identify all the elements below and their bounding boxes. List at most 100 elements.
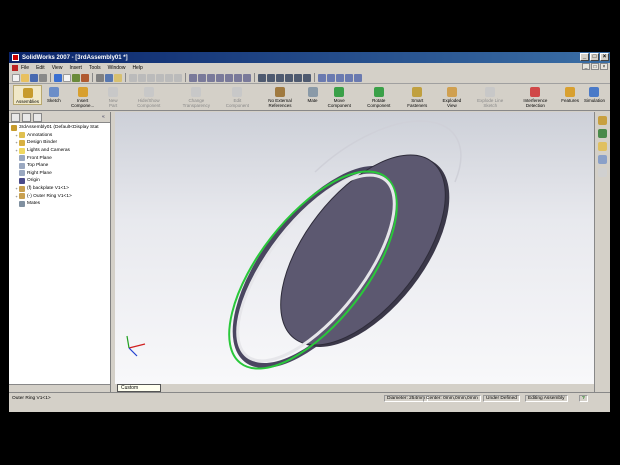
tree-item-front-plane[interactable]: Front Plane [11, 154, 110, 162]
section-view-icon[interactable] [294, 73, 302, 82]
new-part-button[interactable]: New Part [104, 85, 121, 108]
open-icon[interactable] [21, 73, 29, 82]
select-icon[interactable] [63, 73, 71, 82]
top-view-icon[interactable] [327, 73, 335, 82]
save-icon[interactable] [30, 73, 38, 82]
menu-view[interactable]: View [52, 65, 63, 71]
spline-icon[interactable] [156, 73, 164, 82]
shaded-edges-icon[interactable] [285, 73, 293, 82]
assemblies-tab[interactable]: Assemblies [13, 85, 43, 105]
design-library-icon[interactable] [598, 129, 607, 138]
tree-item-annotations[interactable]: + Annotations [11, 132, 110, 140]
simulation-tab[interactable]: Simulation [584, 85, 605, 103]
document-icon[interactable] [12, 64, 18, 71]
assembly-icon [22, 88, 33, 98]
feature-tree: 3rdAssembly01 (Default<Display Stat + An… [9, 123, 110, 208]
iso-view-icon[interactable] [345, 73, 353, 82]
menu-window[interactable]: Window [108, 65, 126, 71]
roll-view-icon[interactable] [243, 73, 251, 82]
rectangle-icon[interactable] [165, 73, 173, 82]
close-button[interactable]: × [600, 53, 609, 61]
configuration-manager-tab-icon[interactable] [33, 112, 42, 122]
insert-component-button[interactable]: Insert Compone... [66, 85, 100, 108]
file-explorer-icon[interactable] [598, 142, 607, 151]
circle-icon[interactable] [138, 73, 146, 82]
tree-item-design-binder[interactable]: + Design Binder [11, 139, 110, 147]
help-icon[interactable]: ? [579, 395, 588, 402]
model-view[interactable] [115, 112, 594, 384]
line-icon[interactable] [129, 73, 137, 82]
menu-help[interactable]: Help [132, 65, 142, 71]
feature-manager-scrollbar[interactable] [9, 384, 110, 392]
status-selection: Outer Ring V1<1> [12, 396, 51, 401]
normal-to-icon[interactable] [354, 73, 362, 82]
mate-button[interactable]: Mate [307, 85, 318, 103]
smart-fasteners-button[interactable]: Smart Fasteners [402, 85, 433, 108]
sketch-icon[interactable] [114, 73, 122, 82]
zoom-selection-icon[interactable] [216, 73, 224, 82]
interference-detection-button[interactable]: Interference Detection [515, 85, 557, 108]
front-view-icon[interactable] [318, 73, 326, 82]
pan-icon[interactable] [234, 73, 242, 82]
shaded-icon[interactable] [276, 73, 284, 82]
tree-item-right-plane[interactable]: Right Plane [11, 170, 110, 178]
zoom-area-icon[interactable] [198, 73, 206, 82]
print-icon[interactable] [39, 73, 47, 82]
tree-item-backplate[interactable]: + (f) backplate V1<1> [11, 185, 110, 193]
menu-insert[interactable]: Insert [69, 65, 82, 71]
plane-icon [19, 162, 25, 169]
doc-minimize-button[interactable]: _ [582, 63, 590, 70]
collapse-panel-icon[interactable]: « [102, 114, 108, 120]
menu-tools[interactable]: Tools [89, 65, 101, 71]
hidden-lines-icon[interactable] [267, 73, 275, 82]
menu-edit[interactable]: Edit [36, 65, 45, 71]
edit-component-button[interactable]: Edit Component [222, 85, 252, 108]
tree-item-top-plane[interactable]: Top Plane [11, 162, 110, 170]
arc-icon[interactable] [147, 73, 155, 82]
rebuild-icon[interactable] [72, 73, 80, 82]
tree-root-assembly[interactable]: 3rdAssembly01 (Default<Display Stat [11, 124, 110, 132]
zoom-in-out-icon[interactable] [207, 73, 215, 82]
tree-item-mates[interactable]: Mates [11, 200, 110, 208]
menu-bar: File Edit View Insert Tools Window Help … [9, 63, 610, 72]
menu-file[interactable]: File [21, 65, 29, 71]
view-palette-icon[interactable] [598, 155, 607, 164]
right-view-icon[interactable] [336, 73, 344, 82]
display-icon[interactable] [105, 73, 113, 82]
sketch-tab[interactable]: Sketch [47, 85, 61, 103]
standard-toolbar [9, 72, 610, 84]
move-component-button[interactable]: Move Component [323, 85, 356, 108]
tree-item-origin[interactable]: Origin [11, 177, 110, 185]
hide-show-component-button[interactable]: Hide/Show Component [127, 85, 171, 108]
zoom-fit-icon[interactable] [189, 73, 197, 82]
property-manager-tab-icon[interactable] [22, 112, 31, 122]
backplate-face[interactable] [249, 127, 477, 374]
options-icon[interactable] [81, 73, 89, 82]
wireframe-icon[interactable] [258, 73, 266, 82]
undo-icon[interactable] [54, 73, 62, 82]
doc-close-button[interactable]: × [600, 63, 608, 70]
features-tab[interactable]: Features [561, 85, 579, 103]
command-manager: Assemblies Sketch Insert Compone... New … [9, 85, 610, 111]
no-external-references-button[interactable]: No External References [258, 85, 303, 108]
edit-component-icon [232, 87, 243, 97]
point-icon[interactable] [174, 73, 182, 82]
feature-tree-tab-icon[interactable] [11, 112, 20, 122]
maximize-button[interactable]: □ [590, 53, 599, 61]
rotate-view-icon[interactable] [225, 73, 233, 82]
graphics-area[interactable] [115, 112, 594, 384]
tree-item-outer-ring[interactable]: + (-) Outer Ring V1<1> [11, 192, 110, 200]
change-transparency-button[interactable]: Change Transparency [175, 85, 217, 108]
appearances-icon[interactable] [598, 168, 607, 177]
minimize-button[interactable]: _ [580, 53, 589, 61]
new-icon[interactable] [12, 73, 20, 82]
doc-restore-button[interactable]: □ [591, 63, 599, 70]
exploded-view-button[interactable]: Exploded View [438, 85, 466, 108]
explode-line-sketch-button[interactable]: Explode Line Sketch [471, 85, 510, 108]
grid-icon[interactable] [96, 73, 104, 82]
resources-icon[interactable] [598, 116, 607, 125]
rotate-component-button[interactable]: Rotate Component [361, 85, 397, 108]
shadows-icon[interactable] [303, 73, 311, 82]
tree-item-lights-cameras[interactable]: + Lights and Cameras [11, 147, 110, 155]
view-orientation-dropdown[interactable]: Custom [117, 384, 161, 392]
